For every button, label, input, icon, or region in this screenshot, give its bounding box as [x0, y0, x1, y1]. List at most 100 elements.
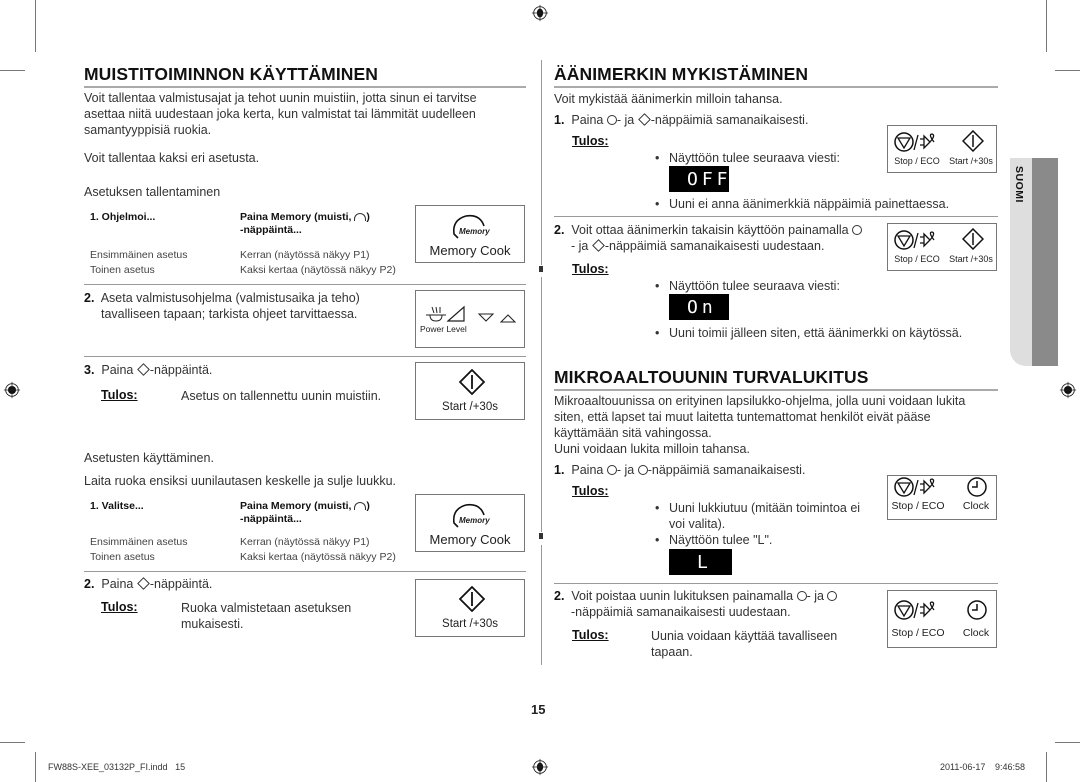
crop-mark	[1046, 752, 1047, 782]
result-label: Tulos:	[101, 600, 138, 614]
stop-eco-label: Stop / ECO	[891, 627, 945, 639]
result-line: tapaan.	[651, 645, 693, 659]
mute-step2-text: 2. Voit ottaa äänimerkin takaisin käyttö…	[554, 222, 884, 254]
stop-eco-icon[interactable]	[894, 229, 940, 251]
clock-icon[interactable]	[966, 476, 988, 498]
save-action: Paina Memory (muisti, ) -näppäintä...	[240, 211, 370, 237]
start-icon[interactable]	[962, 130, 984, 152]
lock-step1-text: 1. Paina - ja -näppäimiä samanaikaisesti…	[554, 462, 805, 478]
step-line: Voit poistaa uunin lukituksen painamalla	[571, 589, 794, 603]
result-label: Tulos:	[572, 134, 609, 148]
result-line: mukaisesti.	[181, 617, 244, 631]
crop-mark	[0, 70, 25, 71]
step-number: 2.	[554, 589, 565, 603]
bullet-item: Näyttöön tulee "L".	[655, 532, 772, 548]
start-small-icon	[136, 577, 150, 590]
bullet-line: voi valita).	[669, 517, 726, 531]
use-heading: Asetusten käyttäminen.	[84, 451, 214, 465]
step2-line: tavalliseen tapaan; tarkista ohjeet tarv…	[101, 307, 358, 321]
step3-text: 3. Paina -näppäintä.	[84, 362, 212, 378]
result-line: Uunia voidaan käyttää tavalliseen	[651, 629, 838, 643]
bullet-item: Uuni lukkiutuu (mitään toimintoa ei voi …	[655, 500, 861, 532]
down-arrow-icon[interactable]	[478, 313, 494, 323]
crop-mark	[1055, 742, 1080, 743]
up-arrow-icon[interactable]	[500, 313, 516, 323]
step-number: 2.	[554, 223, 565, 237]
divider	[554, 583, 998, 584]
use-action-text: Paina Memory (muisti,	[240, 500, 352, 512]
lock-intro-line: siten, että lapset tai muut laitetta tun…	[554, 410, 931, 424]
step2-text: 2. Aseta valmistusohjelma (valmistusaika…	[84, 290, 404, 322]
language-tab: SUOMI	[1010, 158, 1058, 366]
save-step-label: 1. Ohjelmoi...	[90, 211, 156, 223]
lock-step2-result: Uunia voidaan käyttää tavalliseen tapaan…	[651, 628, 837, 660]
step-mid: - ja	[616, 463, 635, 477]
start-icon[interactable]	[962, 228, 984, 250]
memory-cook-button[interactable]: Memory Memory Cook	[415, 494, 525, 552]
lock-intro: Mikroaaltouunissa on erityinen lapsilukk…	[554, 393, 984, 457]
memory-small-icon	[354, 213, 367, 222]
section-title-memory: MUISTITOIMINNON KÄYTTÄMINEN	[84, 64, 526, 88]
memory-intro-line: asettaa niitä uudestaan joka kerta, kun …	[84, 107, 476, 121]
power-level-button[interactable]: Power Level	[415, 290, 525, 348]
stop-eco-label: Stop / ECO	[894, 156, 940, 166]
power-level-label: Power Level	[420, 324, 467, 334]
memory-icon-text: Memory	[459, 516, 490, 525]
step-line: Voit ottaa äänimerkin takaisin käyttöön …	[571, 223, 849, 237]
use-step-label: 1. Valitse...	[90, 500, 144, 512]
memory-small-icon	[354, 502, 367, 511]
bullet-item: Näyttöön tulee seuraava viesti:	[655, 150, 840, 166]
divider	[84, 284, 526, 285]
step3-result: Asetus on tallennettu uunin muistiin.	[181, 389, 382, 403]
use-row-value: Kaksi kertaa (näytössä näkyy P2)	[240, 551, 396, 563]
start-icon	[459, 586, 485, 612]
crop-mark	[35, 0, 36, 52]
registration-mark-icon	[3, 381, 21, 399]
start-button[interactable]: Start /+30s	[415, 579, 525, 637]
start-button[interactable]: Start /+30s	[415, 362, 525, 420]
stop-eco-icon[interactable]	[894, 131, 940, 153]
use-intro: Laita ruoka ensiksi uunilautasen keskell…	[84, 474, 396, 488]
clock-icon[interactable]	[966, 599, 988, 621]
start-icon	[459, 369, 485, 395]
step-number: 2.	[84, 291, 95, 305]
step-number: 1.	[554, 463, 565, 477]
start-label: Start /+30s	[949, 254, 993, 264]
stop-eco-label: Stop / ECO	[894, 254, 940, 264]
stop-small-icon	[606, 115, 617, 125]
lock-intro-line: Uuni voidaan lukita milloin tahansa.	[554, 442, 750, 456]
use-step2-text: 2. Paina -näppäintä.	[84, 576, 212, 592]
clock-small-icon	[637, 465, 648, 475]
column-mark	[539, 533, 543, 539]
divider	[554, 216, 998, 217]
bullet-line: Uuni lukkiutuu (mitään toimintoa ei	[669, 501, 861, 515]
stop-eco-icon[interactable]	[894, 599, 940, 621]
step-line: - ja	[806, 589, 824, 603]
memory-cook-label: Memory Cook	[429, 243, 511, 258]
crop-mark	[0, 742, 25, 743]
column-divider	[541, 545, 542, 665]
start-label: Start /+30s	[442, 618, 498, 630]
use-row-name: Toinen asetus	[90, 551, 155, 563]
display-on: On	[669, 294, 729, 320]
divider	[84, 571, 526, 572]
start-small-icon	[591, 239, 605, 252]
two-settings-text: Voit tallentaa kaksi eri asetusta.	[84, 151, 260, 165]
step-pre: Paina	[571, 463, 604, 477]
result-label: Tulos:	[572, 628, 609, 642]
stop-small-icon	[852, 225, 863, 235]
step-line: -näppäimiä samanaikaisesti uudestaan.	[604, 239, 825, 253]
memory-cook-button[interactable]: Memory Memory Cook	[415, 205, 525, 263]
stop-eco-icon[interactable]	[894, 476, 940, 498]
save-action-end: )	[366, 211, 370, 223]
registration-mark-icon	[1059, 381, 1077, 399]
result-line: Ruoka valmistetaan asetuksen	[181, 601, 352, 615]
use-action-end: )	[366, 500, 370, 512]
crop-mark	[1046, 0, 1047, 52]
memory-intro: Voit tallentaa valmistusajat ja tehot uu…	[84, 90, 524, 138]
use-step2-pre: Paina	[101, 577, 134, 591]
memory-icon-text: Memory	[459, 227, 490, 236]
save-heading: Asetuksen tallentaminen	[84, 185, 221, 199]
language-tab-label: SUOMI	[1013, 166, 1025, 203]
page-number: 15	[531, 702, 546, 717]
